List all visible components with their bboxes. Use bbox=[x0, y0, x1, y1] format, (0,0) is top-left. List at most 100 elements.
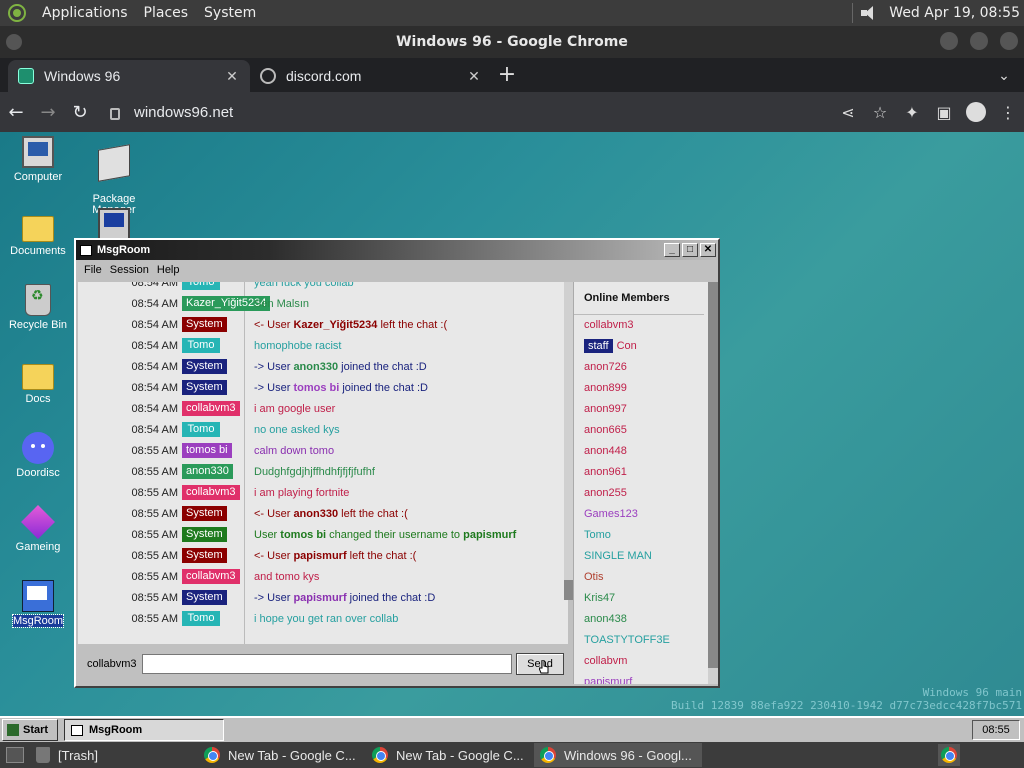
member-list-item[interactable]: staff Con bbox=[584, 335, 637, 356]
minimize-button[interactable] bbox=[940, 32, 958, 50]
desktop-icon-docs[interactable]: Docs bbox=[0, 358, 76, 405]
window-list-trash[interactable]: [Trash] bbox=[30, 743, 198, 767]
member-list-item[interactable]: anon961 bbox=[584, 461, 627, 482]
member-list-item[interactable]: Games123 bbox=[584, 503, 638, 524]
message-input[interactable] bbox=[142, 654, 512, 674]
member-list-item[interactable]: papismurf bbox=[584, 671, 632, 685]
member-list-item[interactable]: anon726 bbox=[584, 356, 627, 377]
system-menu[interactable]: System bbox=[196, 5, 264, 21]
menu-session[interactable]: Session bbox=[106, 264, 153, 276]
message-username-strong: Kazer_Yiğit5234 bbox=[293, 318, 378, 331]
desktop-icon-recycle-bin[interactable]: Recycle Bin bbox=[0, 284, 76, 331]
members-scrollbar[interactable] bbox=[708, 282, 718, 684]
extensions-puzzle-icon[interactable]: ✦ bbox=[896, 103, 928, 122]
url-text[interactable]: windows96.net bbox=[134, 104, 233, 121]
member-list-item[interactable]: SINGLE MAN bbox=[584, 545, 652, 566]
tray-chrome-icon[interactable] bbox=[938, 744, 960, 766]
volume-icon[interactable] bbox=[861, 5, 877, 21]
message-username-tag[interactable]: System bbox=[182, 590, 227, 605]
member-list-item[interactable]: anon448 bbox=[584, 440, 627, 461]
w96-clock[interactable]: 08:55 bbox=[972, 720, 1020, 740]
side-panel-icon[interactable]: ▣ bbox=[928, 103, 960, 122]
tab-close-icon[interactable]: ✕ bbox=[466, 68, 482, 85]
message-username-tag[interactable]: Tomo bbox=[182, 282, 220, 290]
taskbar-item-msgroom[interactable]: MsgRoom bbox=[64, 719, 224, 741]
lock-icon[interactable] bbox=[110, 108, 120, 120]
members-scroll-thumb[interactable] bbox=[708, 282, 718, 668]
window-list-new-tab-2[interactable]: New Tab - Google C... bbox=[366, 743, 534, 767]
places-menu[interactable]: Places bbox=[136, 5, 197, 21]
address-bar[interactable]: windows96.net bbox=[104, 97, 832, 127]
message-username-tag[interactable]: System bbox=[182, 380, 227, 395]
member-list-item[interactable]: collabvm bbox=[584, 650, 627, 671]
desktop-icon-documents[interactable]: Documents bbox=[0, 210, 76, 257]
send-button[interactable]: Send bbox=[516, 653, 564, 675]
member-list-item[interactable]: Otis bbox=[584, 566, 604, 587]
tab-discord[interactable]: discord.com ✕ bbox=[250, 60, 492, 92]
folder-icon bbox=[22, 364, 54, 390]
message-username-tag[interactable]: Tomo bbox=[182, 338, 220, 353]
desktop-icon-doordisc[interactable]: Doordisc bbox=[0, 432, 76, 479]
message-username-tag[interactable]: collabvm3 bbox=[182, 569, 240, 584]
bookmark-star-icon[interactable]: ☆ bbox=[864, 103, 896, 122]
message-username-tag[interactable]: System bbox=[182, 548, 227, 563]
member-list-item[interactable]: anon438 bbox=[584, 608, 627, 629]
more-menu-icon[interactable]: ⋮ bbox=[992, 103, 1024, 122]
message-username-strong: anon330 bbox=[293, 360, 339, 373]
window-list-windows96[interactable]: Windows 96 - Googl... bbox=[534, 743, 702, 767]
panel-clock[interactable]: Wed Apr 19, 08:55 bbox=[889, 5, 1024, 21]
member-list-item[interactable]: anon899 bbox=[584, 377, 627, 398]
desktop-icon-msgroom[interactable]: MsgRoom bbox=[0, 580, 76, 628]
member-list-item[interactable]: anon665 bbox=[584, 419, 627, 440]
window-list-new-tab-1[interactable]: New Tab - Google C... bbox=[198, 743, 366, 767]
chat-log[interactable]: 08:54 AM Tomo yeah fuck you collab 08:54 AM… bbox=[78, 282, 568, 644]
message-text-part: changed their username to bbox=[326, 528, 464, 541]
close-button[interactable] bbox=[1000, 32, 1018, 50]
back-arrow-icon[interactable]: ← bbox=[0, 102, 32, 123]
show-desktop-icon[interactable] bbox=[6, 747, 24, 763]
desktop-icon-package-manager[interactable]: Package Manager bbox=[76, 136, 152, 216]
msgroom-title-bar[interactable]: MsgRoom _ □ ✕ bbox=[76, 240, 718, 260]
message-username-tag[interactable]: Tomo bbox=[182, 611, 220, 626]
message-username-tag[interactable]: anon330 bbox=[182, 464, 233, 479]
share-icon[interactable]: ⋖ bbox=[832, 103, 864, 122]
minimize-button[interactable]: _ bbox=[664, 243, 680, 257]
member-list-item[interactable]: anon255 bbox=[584, 482, 627, 503]
member-list-item[interactable]: Tomo bbox=[584, 524, 611, 545]
tab-close-icon[interactable]: ✕ bbox=[224, 68, 240, 85]
distro-logo-icon[interactable] bbox=[8, 4, 26, 22]
profile-avatar-icon[interactable] bbox=[966, 102, 986, 122]
message-username-tag[interactable]: System bbox=[182, 506, 227, 521]
menu-file[interactable]: File bbox=[80, 264, 106, 276]
desktop-icon-gameing[interactable]: Gameing bbox=[0, 505, 76, 553]
close-button[interactable]: ✕ bbox=[700, 243, 716, 257]
tab-windows96[interactable]: Windows 96 ✕ bbox=[8, 60, 250, 92]
new-tab-button[interactable]: + bbox=[492, 60, 522, 92]
forward-arrow-icon[interactable]: → bbox=[32, 102, 64, 123]
message-username-tag[interactable]: tomos bi bbox=[182, 443, 232, 458]
member-list-item[interactable]: Kris47 bbox=[584, 587, 615, 608]
start-logo-icon bbox=[7, 724, 19, 736]
member-list-item[interactable]: collabvm3 bbox=[584, 314, 634, 335]
menu-help[interactable]: Help bbox=[153, 264, 184, 276]
reload-icon[interactable]: ↻ bbox=[64, 102, 96, 123]
message-username-tag[interactable]: collabvm3 bbox=[182, 401, 240, 416]
applications-menu[interactable]: Applications bbox=[34, 5, 136, 21]
maximize-button[interactable]: □ bbox=[682, 243, 698, 257]
message-username-tag[interactable]: System bbox=[182, 359, 227, 374]
message-username-strong: tomos bi bbox=[293, 381, 340, 394]
message-username-tag[interactable]: System bbox=[182, 317, 227, 332]
message-username-tag[interactable]: Tomo bbox=[182, 422, 220, 437]
window-menu-button[interactable] bbox=[6, 34, 22, 50]
message-text: calm down tomo bbox=[254, 444, 335, 457]
maximize-button[interactable] bbox=[970, 32, 988, 50]
member-list-item[interactable]: anon997 bbox=[584, 398, 627, 419]
member-list-item[interactable]: TOASTYTOFF3E bbox=[584, 629, 670, 650]
online-members-panel: Online Members collabvm3 staff Con anon726 a… bbox=[573, 282, 709, 684]
desktop-icon-computer[interactable]: Computer bbox=[0, 136, 76, 183]
message-username-tag[interactable]: collabvm3 bbox=[182, 485, 240, 500]
start-button[interactable]: Start bbox=[2, 719, 58, 741]
message-time: 08:54 AM bbox=[131, 339, 178, 352]
tab-search-chevron-icon[interactable]: ⌄ bbox=[984, 60, 1024, 92]
message-username-tag[interactable]: System bbox=[182, 527, 227, 542]
